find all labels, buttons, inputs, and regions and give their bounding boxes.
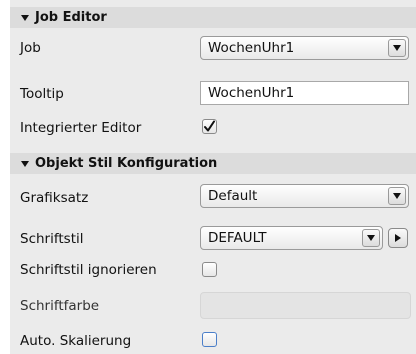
play-right-icon bbox=[395, 234, 401, 242]
section-title-job-editor: Job Editor bbox=[35, 10, 107, 25]
section-header-job-editor[interactable]: Job Editor bbox=[10, 7, 416, 28]
section-header-style-config[interactable]: Objekt Stil Konfiguration bbox=[10, 153, 416, 174]
graphics-set-value: Default bbox=[208, 188, 258, 204]
integrated-editor-checkbox[interactable] bbox=[202, 119, 217, 134]
job-label: Job bbox=[20, 40, 41, 56]
chevron-down-icon bbox=[367, 235, 375, 241]
auto-scale-label: Auto. Skalierung bbox=[20, 333, 132, 349]
font-color-label: Schriftfarbe bbox=[20, 298, 100, 314]
section-title-style-config: Objekt Stil Konfiguration bbox=[35, 156, 218, 171]
integrated-editor-label: Integrierter Editor bbox=[20, 120, 142, 136]
font-style-dropdown-button[interactable] bbox=[362, 229, 380, 247]
font-color-field bbox=[200, 292, 411, 319]
checkmark-icon bbox=[204, 120, 215, 132]
tooltip-label: Tooltip bbox=[20, 86, 64, 102]
chevron-down-icon bbox=[393, 193, 401, 199]
job-dropdown-button[interactable] bbox=[388, 39, 406, 57]
font-style-select[interactable]: DEFAULT bbox=[200, 226, 383, 250]
auto-scale-checkbox[interactable] bbox=[202, 332, 217, 347]
graphics-dropdown-button[interactable] bbox=[388, 187, 406, 205]
collapse-triangle-icon[interactable] bbox=[21, 160, 29, 167]
font-style-label: Schriftstil bbox=[20, 231, 84, 247]
font-style-expand-button[interactable] bbox=[388, 228, 408, 248]
font-style-value: DEFAULT bbox=[208, 230, 267, 246]
ignore-font-style-label: Schriftstil ignorieren bbox=[20, 262, 157, 278]
chevron-down-icon bbox=[393, 45, 401, 51]
job-select[interactable]: WochenUhr1 bbox=[200, 36, 409, 60]
job-select-value: WochenUhr1 bbox=[208, 40, 295, 56]
tooltip-input[interactable]: WochenUhr1 bbox=[200, 81, 409, 105]
graphics-set-label: Grafiksatz bbox=[20, 190, 89, 206]
properties-panel: Job Editor Job WochenUhr1 Tooltip Wochen… bbox=[10, 0, 416, 354]
ignore-font-style-checkbox[interactable] bbox=[202, 262, 217, 277]
graphics-set-select[interactable]: Default bbox=[200, 184, 409, 208]
collapse-triangle-icon[interactable] bbox=[21, 14, 29, 21]
